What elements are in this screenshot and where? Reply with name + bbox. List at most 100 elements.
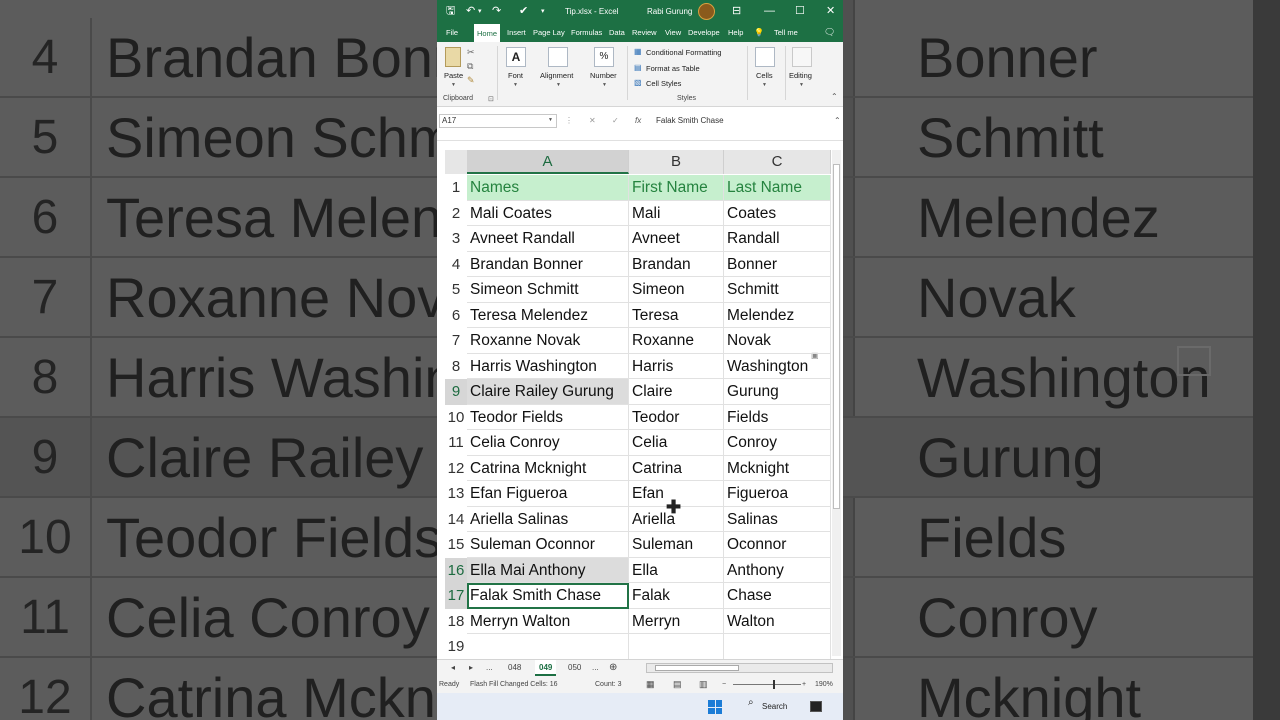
row-header[interactable]: 19: [445, 634, 467, 659]
table-cell[interactable]: Teresa: [629, 302, 724, 328]
conditional-formatting-icon[interactable]: ▦: [634, 47, 642, 56]
maximize-icon[interactable]: ☐: [795, 0, 805, 23]
editing-button[interactable]: Editing: [789, 71, 812, 80]
alignment-button[interactable]: Alignment: [540, 71, 573, 80]
row-header[interactable]: 12: [445, 455, 467, 481]
comments-icon[interactable]: 🗨: [824, 23, 835, 42]
table-cell[interactable]: Mali Coates: [467, 200, 629, 226]
header-cell[interactable]: First Name: [629, 175, 724, 201]
spelling-check-icon[interactable]: ✔: [519, 0, 528, 23]
number-format-icon[interactable]: %: [594, 47, 614, 67]
search-icon[interactable]: ⌕: [748, 697, 754, 708]
horizontal-scrollbar[interactable]: [646, 663, 833, 673]
cell-styles-icon[interactable]: ▧: [634, 78, 642, 87]
cell-styles-button[interactable]: Cell Styles: [646, 79, 681, 88]
zoom-slider[interactable]: [733, 684, 801, 685]
table-cell[interactable]: Conroy: [724, 430, 831, 456]
cells-dropdown-icon[interactable]: ▼: [762, 82, 767, 88]
tab-home[interactable]: Home: [474, 24, 501, 42]
next-sheet-icon[interactable]: ▸: [469, 660, 473, 676]
table-cell[interactable]: Mali: [629, 200, 724, 226]
table-cell[interactable]: Novak: [724, 328, 831, 354]
tab-formulas[interactable]: Formulas: [571, 23, 602, 42]
font-button[interactable]: Font: [508, 71, 523, 80]
table-cell[interactable]: Claire: [629, 379, 724, 405]
format-painter-icon[interactable]: ✎: [467, 75, 475, 86]
page-break-view-icon[interactable]: ▥: [699, 676, 708, 693]
table-cell[interactable]: Harris Washington: [467, 353, 629, 379]
header-cell[interactable]: Last Name: [724, 175, 831, 201]
zoom-in-icon[interactable]: +: [802, 676, 806, 693]
table-cell[interactable]: Teodor: [629, 404, 724, 430]
row-header[interactable]: 7: [445, 328, 467, 354]
row-header[interactable]: 11: [445, 430, 467, 456]
undo-dropdown-icon[interactable]: ▾: [478, 0, 482, 23]
clipboard-launcher-icon[interactable]: ⊡: [488, 95, 494, 103]
format-as-table-button[interactable]: Format as Table: [646, 64, 700, 73]
table-cell[interactable]: Falak: [629, 583, 724, 609]
table-cell[interactable]: Teresa Melendez: [467, 302, 629, 328]
alignment-icon[interactable]: [548, 47, 568, 67]
name-box-dropdown-icon[interactable]: ▼: [548, 117, 553, 123]
undo-icon[interactable]: ↶: [466, 0, 475, 23]
enter-icon[interactable]: ✓: [612, 114, 619, 128]
table-cell[interactable]: Figueroa: [724, 481, 831, 507]
table-cell[interactable]: Celia: [629, 430, 724, 456]
row-header[interactable]: 13: [445, 481, 467, 507]
table-cell[interactable]: [467, 634, 629, 659]
table-cell[interactable]: Avneet: [629, 226, 724, 252]
cells-icon[interactable]: [755, 47, 775, 67]
normal-view-icon[interactable]: ▦: [646, 676, 655, 693]
table-cell[interactable]: Fields: [724, 404, 831, 430]
table-cell[interactable]: Melendez: [724, 302, 831, 328]
zoom-slider-knob[interactable]: [773, 680, 775, 689]
row-header[interactable]: 8: [445, 353, 467, 379]
minimize-icon[interactable]: —: [764, 0, 775, 23]
table-cell[interactable]: Brandan: [629, 251, 724, 277]
table-cell[interactable]: Teodor Fields: [467, 404, 629, 430]
tab-data[interactable]: Data: [609, 23, 625, 42]
copy-icon[interactable]: ⧉: [467, 61, 473, 72]
avatar[interactable]: [698, 3, 715, 20]
task-view-icon[interactable]: [810, 701, 822, 712]
zoom-out-icon[interactable]: −: [722, 676, 726, 693]
vertical-scrollbar[interactable]: [832, 150, 841, 656]
customize-toolbar-icon[interactable]: ▾: [541, 0, 545, 23]
paste-icon[interactable]: [445, 47, 461, 67]
table-cell[interactable]: Salinas: [724, 506, 831, 532]
sheet-tab-048[interactable]: 048: [508, 660, 521, 676]
close-icon[interactable]: ✕: [826, 0, 835, 23]
table-cell[interactable]: Gurung: [724, 379, 831, 405]
row-header[interactable]: 16: [445, 557, 467, 583]
row-header[interactable]: 17: [445, 583, 467, 609]
row-header[interactable]: 4: [445, 251, 467, 277]
table-cell[interactable]: Efan Figueroa: [467, 481, 629, 507]
row-header[interactable]: 5: [445, 277, 467, 303]
expand-formula-bar-icon[interactable]: ⌃: [834, 114, 841, 128]
table-cell[interactable]: Simeon Schmitt: [467, 277, 629, 303]
table-cell[interactable]: Roxanne Novak: [467, 328, 629, 354]
row-header[interactable]: 18: [445, 608, 467, 634]
sheets-overflow-right[interactable]: ...: [592, 660, 599, 676]
format-as-table-icon[interactable]: ▤: [634, 63, 642, 72]
previous-sheet-icon[interactable]: ◂: [451, 660, 455, 676]
tab-insert[interactable]: Insert: [507, 23, 526, 42]
select-all-corner[interactable]: [445, 150, 467, 174]
row-header[interactable]: 10: [445, 404, 467, 430]
table-cell[interactable]: Falak Smith Chase: [467, 583, 629, 609]
new-sheet-icon[interactable]: ⊕: [609, 660, 617, 676]
page-layout-view-icon[interactable]: ▤: [673, 676, 682, 693]
table-cell[interactable]: Suleman Oconnor: [467, 532, 629, 558]
save-icon[interactable]: 🖫: [446, 0, 455, 23]
column-header-b[interactable]: B: [629, 150, 724, 174]
cells-button[interactable]: Cells: [756, 71, 773, 80]
cut-icon[interactable]: ✂: [467, 47, 475, 58]
table-cell[interactable]: Schmitt: [724, 277, 831, 303]
table-cell[interactable]: Catrina Mcknight: [467, 455, 629, 481]
collapse-ribbon-icon[interactable]: ⌃: [831, 92, 838, 101]
lightbulb-icon[interactable]: 💡: [754, 23, 764, 42]
zoom-level[interactable]: 190%: [815, 676, 833, 693]
editing-dropdown-icon[interactable]: ▼: [799, 82, 804, 88]
tab-view[interactable]: View: [665, 23, 681, 42]
sheet-tab-050[interactable]: 050: [568, 660, 581, 676]
